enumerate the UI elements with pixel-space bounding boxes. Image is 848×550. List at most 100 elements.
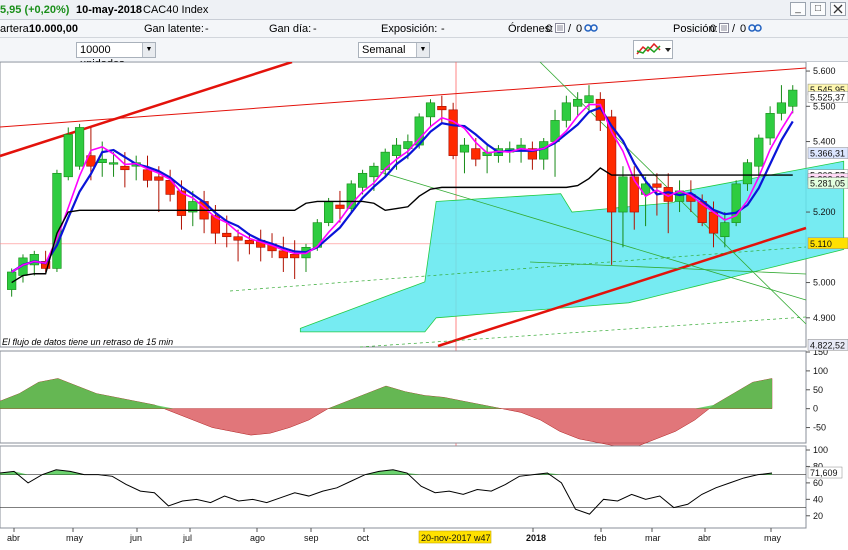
candle-body xyxy=(233,236,243,241)
price-tick-label: 5.400 xyxy=(813,137,836,147)
indicators-button[interactable] xyxy=(633,40,673,59)
rsi-tick-label: 100 xyxy=(813,445,828,455)
price-tick-label: 5.600 xyxy=(813,66,836,76)
time-tick-label: sep xyxy=(304,533,319,543)
time-tick-label: oct xyxy=(357,533,370,543)
candle-body xyxy=(618,176,628,213)
candle-body xyxy=(437,105,447,111)
daily-gain-value: - xyxy=(313,23,317,35)
window-title-bar: 5,95 (+0,20%) 10-may-2018 CAC40 Index _ … xyxy=(0,0,848,20)
candle-body xyxy=(629,176,639,213)
candle-body xyxy=(108,162,119,165)
time-tick-label: may xyxy=(764,533,782,543)
time-tick-label: feb xyxy=(594,533,607,543)
exposure-label: Exposición: xyxy=(381,23,438,35)
rsi-tick-label: 60 xyxy=(813,478,823,488)
rsi-frame xyxy=(0,445,807,529)
candle-body xyxy=(154,176,164,181)
osc-tick-label: 50 xyxy=(813,385,823,395)
period-select-value: Semanal xyxy=(362,44,406,56)
candle-body xyxy=(369,165,379,178)
time-tick-label: may xyxy=(66,533,84,543)
candle-body xyxy=(765,113,775,139)
osc-tick-label: -50 xyxy=(813,423,826,433)
minimize-button[interactable]: _ xyxy=(790,2,806,16)
price-tag: 5.525,37 xyxy=(810,92,845,102)
time-tick-label: 2018 xyxy=(526,533,546,543)
candle-body xyxy=(539,141,549,160)
time-tick-label: abr xyxy=(7,533,20,543)
maximize-button[interactable]: □ xyxy=(810,2,826,16)
candle-body xyxy=(278,250,288,259)
rsi-panel: 1008060402071,609 xyxy=(0,445,843,529)
candle-body xyxy=(335,204,345,209)
price-tag: 5.110 xyxy=(810,239,832,249)
price-tag: 4.822,52 xyxy=(810,340,845,350)
oscillator-panel: 150100500-50 xyxy=(0,347,828,447)
candle-body xyxy=(142,169,153,181)
osc-tick-label: 100 xyxy=(813,366,828,376)
rsi-tick-label: 20 xyxy=(813,511,823,521)
price-tick-label: 5.500 xyxy=(813,101,836,111)
candle-body xyxy=(788,89,798,107)
candle-body xyxy=(742,162,753,185)
candle-body xyxy=(561,102,571,121)
period-select[interactable]: Semanal ▼ xyxy=(358,42,430,58)
quote-date: 10-may-2018 xyxy=(76,4,143,16)
unrealized-gain-label: Gan latente: xyxy=(144,23,204,35)
daily-gain-label: Gan día: xyxy=(269,23,312,35)
candle-body xyxy=(290,254,300,259)
position-list-icon[interactable] xyxy=(719,23,729,33)
rsi-tick-label: 40 xyxy=(813,494,823,504)
orders-link-icon[interactable] xyxy=(584,23,598,33)
candle-body xyxy=(74,127,85,167)
candle-body xyxy=(244,239,254,245)
candle-body xyxy=(425,102,436,118)
rsi-current-value: 71,609 xyxy=(810,468,838,478)
orders-value: 0 xyxy=(546,23,553,35)
units-select[interactable]: 10000 unidades ▼ xyxy=(76,42,156,70)
price-tag: 5.281,05 xyxy=(810,178,845,188)
orders-list-icon[interactable] xyxy=(555,23,565,33)
candle-body xyxy=(471,148,481,160)
data-delay-note: El flujo de datos tiene un retraso de 15… xyxy=(2,337,173,347)
candle-body xyxy=(120,165,130,171)
price-tag: 5.366,31 xyxy=(810,149,845,159)
price-change: 5,95 (+0,20%) xyxy=(0,4,70,16)
exposure-value: - xyxy=(441,23,445,35)
instrument-name: CAC40 Index xyxy=(143,4,209,16)
unrealized-gain-value: - xyxy=(205,23,209,35)
candle-body xyxy=(63,134,73,178)
time-tick-label: abr xyxy=(698,533,711,543)
chart-toolbar: 10000 unidades ▼ Semanal ▼ xyxy=(0,38,848,70)
chart-area[interactable]: 150100500-50 1008060402071,609 5.6005.50… xyxy=(0,62,848,550)
position-link-icon[interactable] xyxy=(748,23,762,33)
close-button[interactable] xyxy=(830,2,846,16)
orders-separator: / xyxy=(568,23,572,35)
candle-body xyxy=(776,102,787,114)
candle-body xyxy=(357,172,368,188)
time-tick-label: mar xyxy=(645,533,661,543)
candle-body xyxy=(324,201,334,223)
position-separator: / xyxy=(732,23,736,35)
price-tick-label: 4.900 xyxy=(813,313,836,323)
crosshair-date-label: 20-nov-2017 w47 xyxy=(421,533,491,543)
portfolio-label: artera: xyxy=(0,23,32,35)
position-value: 0 xyxy=(710,23,717,35)
candle-body xyxy=(754,137,764,167)
price-tick-label: 5.200 xyxy=(813,207,836,217)
candle-body xyxy=(448,109,458,156)
candle-body xyxy=(708,211,719,234)
candle-body xyxy=(52,172,62,269)
portfolio-value: 10.000,00 xyxy=(29,23,78,35)
account-info-bar: artera: 10.000,00 Gan latente: - Gan día… xyxy=(0,20,848,38)
time-tick-label: jul xyxy=(182,533,192,543)
close-icon xyxy=(833,4,843,14)
chevron-down-icon: ▼ xyxy=(142,43,155,57)
position-value-pending: 0 xyxy=(740,23,747,35)
time-tick-label: ago xyxy=(250,533,265,543)
orders-value-pending: 0 xyxy=(576,23,583,35)
candle-body xyxy=(584,95,594,104)
chevron-down-icon: ▼ xyxy=(416,43,429,57)
time-tick-label: jun xyxy=(129,533,142,543)
